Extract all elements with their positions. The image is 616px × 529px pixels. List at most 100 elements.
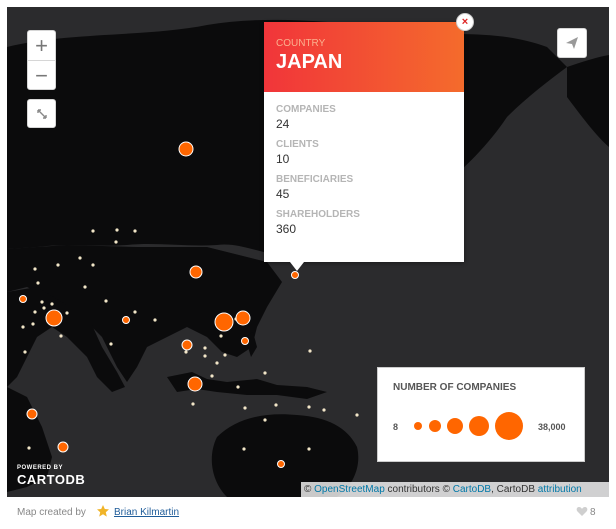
small-marker[interactable] — [36, 281, 40, 285]
small-marker[interactable] — [203, 354, 207, 358]
zoom-out-button[interactable]: − — [28, 60, 55, 90]
company-marker[interactable] — [122, 316, 130, 324]
map-canvas[interactable]: + − COUNTRY JAPAN COMPANIES 24 CLIENTS 1… — [7, 7, 609, 497]
small-marker[interactable] — [91, 263, 95, 267]
popup-field: CLIENTS 10 — [276, 139, 452, 166]
company-marker[interactable] — [189, 265, 203, 279]
cartodb-wordmark: CARTODB — [17, 472, 86, 487]
small-marker[interactable] — [83, 285, 87, 289]
small-marker[interactable] — [242, 447, 246, 451]
small-marker[interactable] — [33, 267, 37, 271]
small-marker[interactable] — [243, 406, 247, 410]
company-marker[interactable] — [57, 441, 69, 453]
cartodb-text: , CartoDB — [491, 484, 535, 495]
small-marker[interactable] — [56, 263, 60, 267]
copyright-symbol: © — [304, 484, 312, 495]
company-marker[interactable] — [178, 141, 194, 157]
contributors-text: contributors © — [387, 484, 450, 495]
small-marker[interactable] — [91, 229, 95, 233]
popup-body: COMPANIES 24 CLIENTS 10 BENEFICIARIES 45… — [264, 92, 464, 256]
like-count: 8 — [590, 507, 596, 518]
small-marker[interactable] — [104, 299, 108, 303]
legend-bubble — [429, 420, 441, 432]
popup-header-label: COUNTRY — [276, 38, 326, 49]
company-marker[interactable] — [291, 271, 299, 279]
small-marker[interactable] — [307, 405, 311, 409]
popup-tip — [290, 262, 304, 271]
company-marker[interactable] — [235, 310, 251, 326]
legend-bubble — [469, 416, 489, 436]
small-marker[interactable] — [223, 353, 227, 357]
company-marker[interactable] — [181, 339, 193, 351]
small-marker[interactable] — [203, 346, 207, 350]
small-marker[interactable] — [115, 228, 119, 232]
field-value: 360 — [276, 222, 297, 236]
small-marker[interactable] — [210, 374, 214, 378]
popup-field: BENEFICIARIES 45 — [276, 174, 452, 201]
legend-bubbles — [414, 412, 523, 440]
popup-field: SHAREHOLDERS 360 — [276, 209, 452, 236]
small-marker[interactable] — [21, 325, 25, 329]
small-marker[interactable] — [153, 318, 157, 322]
small-marker[interactable] — [263, 418, 267, 422]
author-link[interactable]: Brian Kilmartin — [114, 507, 179, 518]
field-value: 45 — [276, 187, 290, 201]
paper-plane-icon — [566, 37, 578, 49]
company-marker[interactable] — [241, 337, 249, 345]
popup-header: COUNTRY JAPAN — [264, 22, 464, 92]
small-marker[interactable] — [27, 446, 31, 450]
small-marker[interactable] — [184, 350, 188, 354]
field-label: SHAREHOLDERS — [276, 209, 360, 220]
field-label: COMPANIES — [276, 104, 336, 115]
expand-icon — [36, 108, 47, 119]
small-marker[interactable] — [215, 361, 219, 365]
company-marker[interactable] — [26, 408, 38, 420]
field-label: BENEFICIARIES — [276, 174, 354, 185]
small-marker[interactable] — [78, 256, 82, 260]
created-by-label: Map created by — [17, 507, 86, 518]
company-marker[interactable] — [214, 312, 234, 332]
small-marker[interactable] — [191, 402, 195, 406]
small-marker[interactable] — [59, 334, 63, 338]
company-marker[interactable] — [277, 460, 285, 468]
small-marker[interactable] — [40, 300, 44, 304]
small-marker[interactable] — [322, 408, 326, 412]
small-marker[interactable] — [42, 306, 46, 310]
popup-close-button[interactable]: × — [456, 13, 474, 31]
field-value: 24 — [276, 117, 290, 131]
cartodb-link[interactable]: CartoDB — [453, 484, 491, 495]
small-marker[interactable] — [133, 229, 137, 233]
company-marker[interactable] — [45, 309, 63, 327]
small-marker[interactable] — [31, 322, 35, 326]
attribution-link[interactable]: attribution — [538, 484, 582, 495]
company-marker[interactable] — [187, 376, 203, 392]
small-marker[interactable] — [50, 302, 54, 306]
popup-country-name: JAPAN — [276, 51, 343, 73]
footer: Map created by Brian Kilmartin 8 — [0, 497, 616, 529]
small-marker[interactable] — [308, 349, 312, 353]
powered-by-label: POWERED BY — [17, 465, 64, 471]
legend-bubble — [495, 412, 523, 440]
share-button[interactable] — [557, 28, 587, 58]
small-marker[interactable] — [236, 385, 240, 389]
fullscreen-button[interactable] — [27, 99, 56, 128]
small-marker[interactable] — [307, 447, 311, 451]
cartodb-logo[interactable]: POWERED BY CARTODB — [17, 465, 85, 487]
company-marker[interactable] — [19, 295, 27, 303]
legend-bubble — [447, 418, 463, 434]
legend: NUMBER OF COMPANIES 8 38,000 — [377, 367, 585, 462]
small-marker[interactable] — [274, 403, 278, 407]
heart-icon[interactable] — [576, 505, 588, 517]
small-marker[interactable] — [23, 350, 27, 354]
zoom-in-button[interactable]: + — [28, 31, 55, 60]
small-marker[interactable] — [33, 310, 37, 314]
small-marker[interactable] — [263, 371, 267, 375]
small-marker[interactable] — [355, 413, 359, 417]
osm-link[interactable]: OpenStreetMap — [314, 484, 385, 495]
small-marker[interactable] — [109, 342, 113, 346]
small-marker[interactable] — [65, 311, 69, 315]
small-marker[interactable] — [219, 334, 223, 338]
small-marker[interactable] — [133, 310, 137, 314]
attribution: © OpenStreetMap contributors © CartoDB, … — [301, 482, 609, 497]
small-marker[interactable] — [114, 240, 118, 244]
